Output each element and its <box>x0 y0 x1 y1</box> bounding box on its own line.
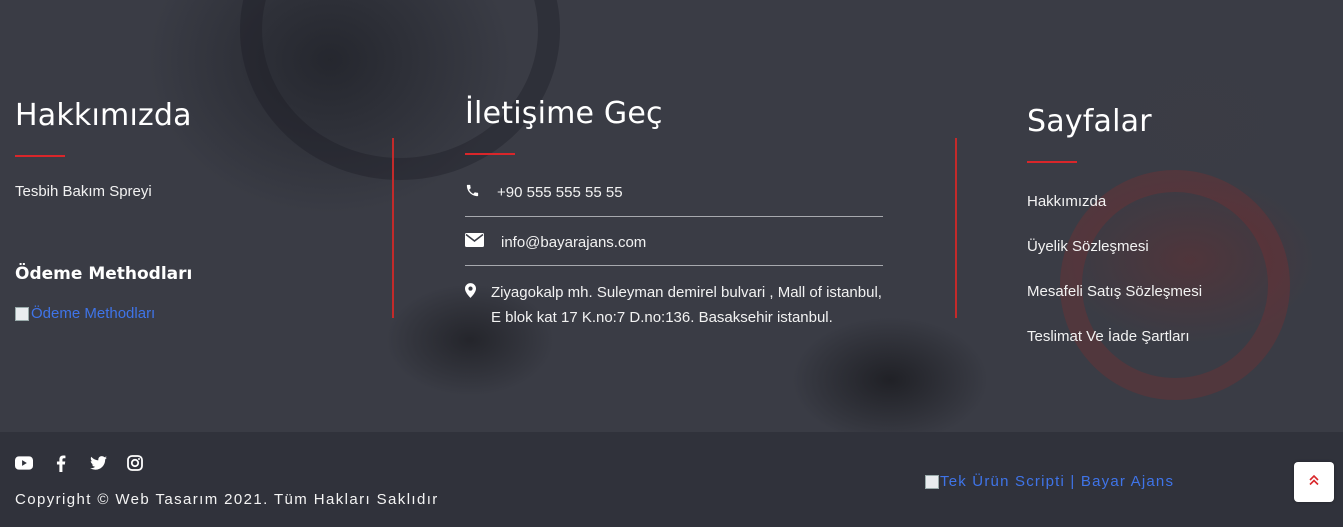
envelope-icon <box>465 233 501 251</box>
contact-divider <box>465 216 883 217</box>
phone-icon <box>465 183 497 202</box>
title-underline <box>1027 161 1077 163</box>
double-chevron-up-icon <box>1308 473 1320 491</box>
pages-link-uyelik[interactable]: Üyelik Sözleşmesi <box>1027 238 1149 255</box>
contact-title: İletişime Geç <box>465 96 663 131</box>
contact-address-row: Ziyagokalp mh. Suleyman demirel bulvari … <box>465 280 885 330</box>
pages-title: Sayfalar <box>1027 104 1152 139</box>
footer-top: Hakkımızda Tesbih Bakım Spreyi Ödeme Met… <box>0 0 1343 432</box>
footer-bottom: Copyright © Web Tasarım 2021. Tüm Haklar… <box>0 432 1343 527</box>
broken-image-icon <box>15 306 29 321</box>
pages-link-hakkimizda[interactable]: Hakkımızda <box>1027 193 1106 210</box>
contact-phone-row[interactable]: +90 555 555 55 55 <box>465 181 885 203</box>
contact-divider <box>465 265 883 266</box>
twitter-icon[interactable] <box>89 454 107 472</box>
map-marker-icon <box>465 280 491 303</box>
youtube-icon[interactable] <box>15 454 33 472</box>
about-column: Hakkımızda Tesbih Bakım Spreyi Ödeme Met… <box>15 98 355 322</box>
social-links <box>15 454 144 472</box>
contact-address: Ziyagokalp mh. Suleyman demirel bulvari … <box>490 284 882 326</box>
pages-link-teslimat[interactable]: Teslimat Ve İade Şartları <box>1027 328 1190 345</box>
title-underline <box>15 155 65 157</box>
payment-methods-alt: Ödeme Methodları <box>31 305 156 322</box>
column-divider <box>392 138 394 318</box>
pages-column: Sayfalar Hakkımızda Üyelik Sözleşmesi Me… <box>1027 104 1327 354</box>
instagram-icon[interactable] <box>126 454 144 472</box>
contact-email: info@bayarajans.com <box>501 233 647 251</box>
scroll-to-top-button[interactable] <box>1294 462 1334 502</box>
payment-methods-title: Ödeme Methodları <box>15 264 193 284</box>
contact-phone: +90 555 555 55 55 <box>497 183 623 201</box>
about-text: Tesbih Bakım Spreyi <box>15 183 152 200</box>
payment-methods-image[interactable]: Ödeme Methodları <box>15 305 355 322</box>
brand-logo-alt: Tek Ürün Scripti | Bayar Ajans <box>940 473 1175 490</box>
contact-email-row[interactable]: info@bayarajans.com <box>465 231 885 253</box>
broken-image-icon <box>925 474 939 489</box>
about-title: Hakkımızda <box>15 98 192 133</box>
copyright-text: Copyright © Web Tasarım 2021. Tüm Haklar… <box>15 491 439 508</box>
facebook-icon[interactable] <box>52 454 70 472</box>
brand-logo-link[interactable]: Tek Ürün Scripti | Bayar Ajans <box>925 473 1174 490</box>
contact-column: İletişime Geç +90 555 555 55 55 info@bay… <box>465 96 885 330</box>
pages-link-mesafeli[interactable]: Mesafeli Satış Sözleşmesi <box>1027 283 1202 300</box>
title-underline <box>465 153 515 155</box>
column-divider <box>955 138 957 318</box>
